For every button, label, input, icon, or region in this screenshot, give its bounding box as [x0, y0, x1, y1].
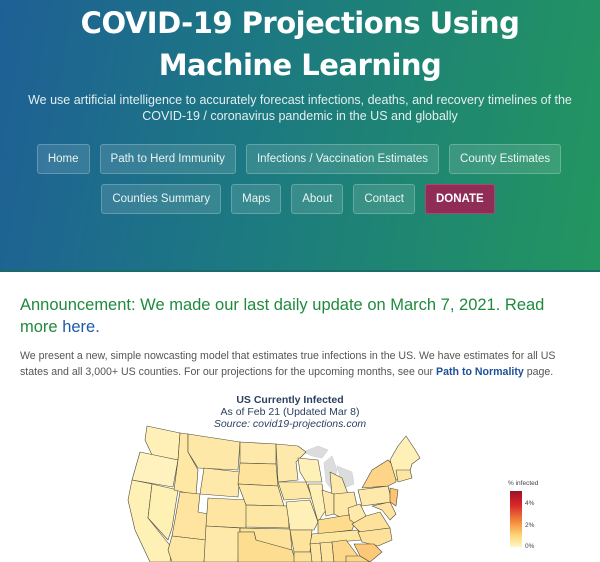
us-choropleth-map[interactable] — [0, 0, 600, 562]
state-ar — [289, 529, 313, 553]
state-az — [167, 535, 207, 562]
state-ne — [237, 483, 285, 507]
legend-title: % infected — [508, 480, 539, 487]
state-mt — [187, 433, 241, 471]
legend-colorbar — [510, 491, 522, 547]
state-nj — [389, 487, 399, 507]
state-wi — [297, 457, 323, 483]
state-ut — [171, 491, 209, 541]
state-ct-ri-ma — [395, 469, 413, 483]
legend-tick-2: 2% — [525, 522, 535, 529]
state-co — [205, 497, 249, 529]
state-ny — [361, 459, 397, 489]
legend-tick-0: 0% — [525, 543, 535, 550]
state-sd — [237, 462, 279, 487]
state-nd — [239, 441, 277, 465]
state-wy — [199, 467, 241, 498]
state-ks — [245, 504, 290, 529]
state-al — [319, 541, 335, 562]
state-nm — [203, 525, 241, 562]
state-ia — [277, 481, 313, 501]
legend-tick-4: 4% — [525, 500, 535, 507]
